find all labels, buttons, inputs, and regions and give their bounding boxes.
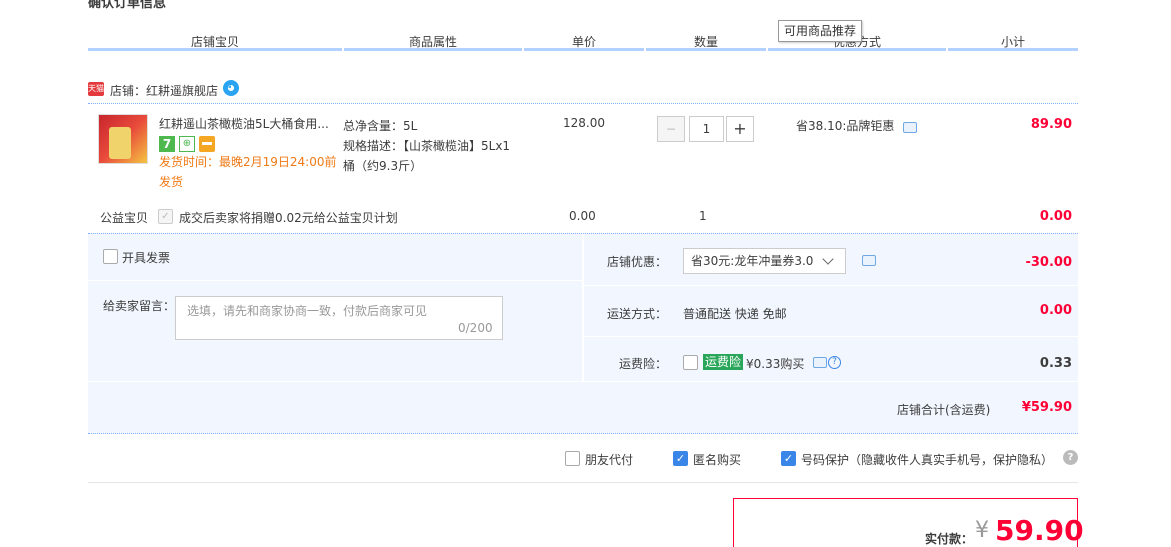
col-underline [768, 48, 946, 51]
message-char-count: 0/200 [458, 321, 493, 335]
public-welfare-qty: 1 [699, 209, 707, 223]
comment-icon[interactable] [813, 357, 827, 368]
anonymous-label: 匿名购买 [693, 453, 742, 467]
ship-time-text: 发货时间：最晚2月19日24:00前发货 [159, 155, 337, 189]
message-label: 给卖家留言： [103, 299, 176, 313]
seven-day-return-icon: 7 [159, 136, 175, 152]
payment-amount: 59.90 [995, 514, 1084, 547]
shop-total-label: 店铺合计(含运费) [897, 403, 991, 417]
attr-spec-cont: 桶（约9.3斤） [343, 159, 423, 173]
col-underline [948, 48, 1078, 51]
insurance-tag: 运费险 [703, 354, 744, 370]
shop-discount-amount: -30.00 [1025, 255, 1072, 270]
item-subtotal: 89.90 [1030, 117, 1072, 132]
public-welfare-label: 公益宝贝 [100, 211, 149, 225]
public-welfare-text: 成交后卖家将捐赠0.02元给公益宝贝计划 [179, 211, 398, 225]
insurance-label: 运费险： [619, 357, 668, 371]
public-welfare-subtotal: 0.00 [1039, 209, 1072, 224]
row-divider [88, 233, 1078, 234]
col-underline [524, 48, 644, 51]
shop-name-link[interactable]: 店铺：红耕遥旗舰店 [110, 82, 218, 99]
comment-icon[interactable] [862, 255, 876, 266]
shop-total-amount: ¥59.90 [1021, 400, 1072, 415]
attr-spec: 规格描述：【山茶橄榄油】5Lx1 [343, 139, 511, 153]
shield-service-icon: ⊕ [179, 136, 195, 152]
anonymous-checkbox[interactable]: ✓ [673, 451, 688, 466]
panel-divider [584, 285, 1078, 286]
help-icon[interactable]: ? [1063, 450, 1078, 465]
row-divider [88, 103, 1078, 104]
col-underline [344, 48, 522, 51]
friend-pay-checkbox[interactable] [565, 451, 580, 466]
panel-divider [88, 280, 582, 281]
recommend-tooltip: 可用商品推荐 [778, 20, 862, 42]
number-protect-checkbox[interactable]: ✓ [781, 451, 796, 466]
qty-plus-button[interactable]: + [726, 116, 754, 142]
shipping-label: 运送方式： [607, 307, 668, 321]
shipping-method: 普通配送 快递 免邮 [683, 307, 787, 321]
invoice-checkbox[interactable] [103, 249, 118, 264]
shop-discount-label: 店铺优惠： [607, 255, 668, 269]
public-welfare-checkbox: ✓ [158, 209, 173, 224]
panel-divider [584, 336, 1078, 337]
divider [88, 482, 1078, 483]
insurance-checkbox[interactable] [683, 355, 698, 370]
shipping-amount: 0.00 [1039, 303, 1072, 318]
invoice-label: 开具发票 [122, 251, 171, 265]
unit-price: 128.00 [563, 116, 605, 130]
message-placeholder: 选填，请先和商家协商一致，付款后商家可见 [187, 304, 428, 318]
insurance-amount: 0.33 [1039, 356, 1072, 371]
product-title-link[interactable]: 红耕遥山茶橄榄油5L大桶食用... [159, 115, 329, 132]
section-title: 确认订单信息 [88, 0, 167, 11]
attr-weight: 总净含量：5L [343, 119, 418, 133]
public-welfare-price: 0.00 [569, 209, 596, 223]
product-thumbnail[interactable] [98, 114, 148, 164]
insurance-price: ¥0.33购买 [746, 357, 805, 371]
col-underline [646, 48, 766, 51]
friend-pay-label: 朋友代付 [585, 453, 634, 467]
number-protect-label: 号码保护（隐藏收件人真实手机号，保护隐私） [801, 453, 1054, 467]
wangwang-chat-icon[interactable]: ◕ [223, 80, 239, 96]
tmall-badge-icon: 天猫 [88, 82, 104, 96]
discount-text: 省38.10:品牌钜惠 [796, 119, 895, 133]
currency-symbol: ¥ [975, 518, 989, 543]
comment-icon[interactable] [903, 122, 917, 133]
help-icon[interactable]: ? [828, 356, 841, 369]
col-underline [88, 48, 342, 51]
qty-minus-button[interactable]: − [657, 116, 685, 142]
shop-coupon-select[interactable]: 省30元:龙年冲量券3.0 [683, 248, 846, 274]
credit-card-icon [199, 136, 215, 152]
payment-label: 实付款： [925, 532, 974, 546]
qty-input[interactable]: 1 [689, 116, 724, 142]
